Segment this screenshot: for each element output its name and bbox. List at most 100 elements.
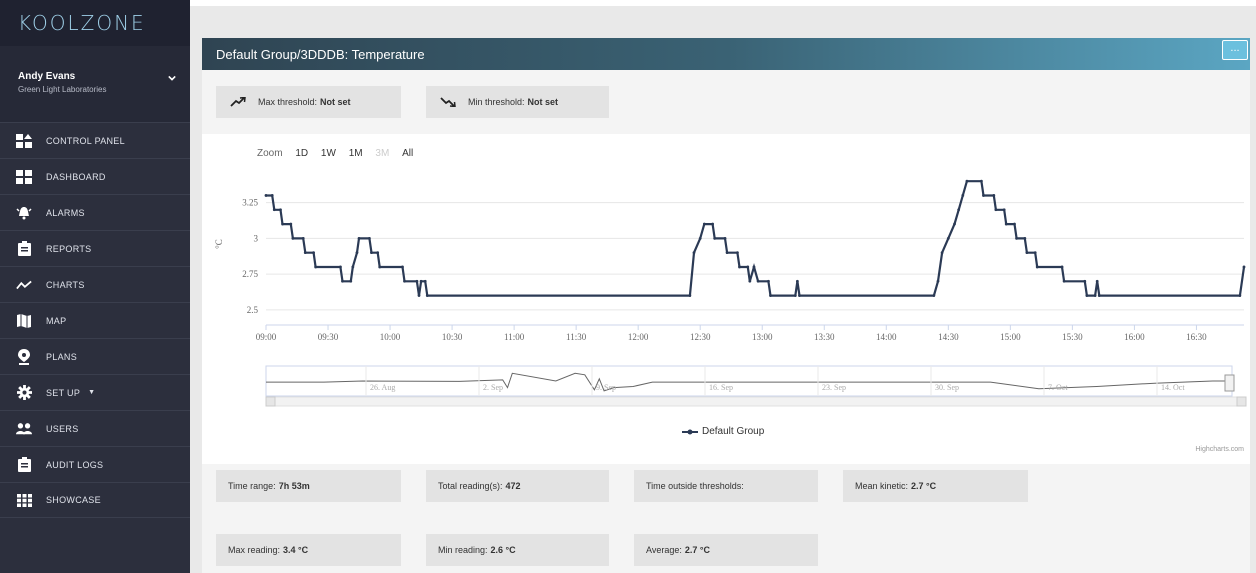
sidebar-item-alarms[interactable]: ALARMS — [0, 194, 190, 230]
min-threshold-box[interactable]: Min threshold: Not set — [426, 86, 609, 118]
stat-value: 2.7 °C — [911, 481, 937, 491]
min-threshold-label: Min threshold: — [468, 97, 525, 107]
data-point — [355, 251, 359, 255]
data-point — [980, 179, 983, 183]
stat-time-outside: Time outside thresholds: — [634, 470, 818, 502]
users-icon — [16, 421, 32, 437]
stat-value: 2.6 °C — [490, 545, 516, 555]
data-point — [339, 265, 342, 269]
brand-name: KOOLZONE — [18, 11, 146, 35]
data-point — [1002, 208, 1006, 212]
y-tick-label: 3.25 — [242, 198, 258, 208]
scrollbar-right-button — [1236, 396, 1247, 407]
sidebar-item-plans[interactable]: PLANS — [0, 338, 190, 374]
sidebar-item-reports[interactable]: REPORTS — [0, 230, 190, 266]
chevron-down-icon[interactable] — [168, 74, 176, 82]
stat-label: Time outside thresholds: — [646, 481, 744, 491]
panel-header: Default Group/3DDDB: Temperature ... — [202, 38, 1250, 70]
data-point — [289, 222, 293, 226]
caret-down-icon: ▼ — [88, 389, 96, 396]
sidebar-item-showcase[interactable]: SHOWCASE — [0, 482, 190, 518]
main-content: Default Group/3DDDB: Temperature ... Max… — [190, 0, 1256, 573]
sidebar-item-label: MAP — [46, 315, 67, 326]
data-point — [357, 236, 361, 240]
y-tick-label: 2.75 — [242, 269, 258, 279]
stat-min-reading: Min reading: 2.6 °C — [426, 534, 609, 566]
clipboard-icon — [16, 241, 32, 257]
data-point — [312, 251, 315, 255]
clipboard-icon — [16, 457, 32, 473]
data-point — [301, 236, 305, 240]
x-tick-label: 09:00 — [256, 332, 277, 342]
scrollbar-left-button — [265, 396, 276, 407]
panel-title: Default Group/3DDDB: Temperature — [216, 46, 425, 62]
location-pin-icon — [16, 348, 32, 365]
chart-legend[interactable]: Default Group — [682, 426, 764, 437]
y-tick-label: 3 — [254, 233, 259, 243]
gear-icon — [16, 385, 32, 401]
data-point — [1023, 236, 1027, 240]
data-point — [1085, 294, 1089, 297]
panel-menu-button[interactable]: ... — [1222, 40, 1248, 60]
stat-value: 472 — [505, 481, 521, 491]
sidebar-item-label: SHOWCASE — [46, 495, 101, 505]
trend-down-icon — [440, 97, 456, 107]
data-point — [1093, 294, 1097, 297]
x-tick-label: 11:00 — [504, 332, 525, 342]
data-point — [698, 236, 702, 240]
legend-series-marker — [682, 429, 698, 434]
data-point — [756, 279, 760, 283]
stat-value: 2.7 °C — [684, 545, 710, 555]
x-tick-label: 15:30 — [1062, 332, 1083, 342]
data-point — [713, 236, 717, 240]
sidebar-item-label: CHARTS — [46, 279, 85, 290]
sidebar-item-charts[interactable]: CHARTS — [0, 266, 190, 302]
data-point — [1062, 279, 1066, 283]
data-point — [264, 194, 268, 197]
grid-icon — [16, 492, 32, 508]
stat-time-range: Time range: 7h 53m — [216, 470, 401, 502]
sidebar-item-control-panel[interactable]: CONTROL PANEL — [0, 122, 190, 158]
data-point — [1242, 265, 1246, 269]
alarm-bell-icon — [16, 205, 32, 221]
data-point — [769, 294, 772, 297]
navigator-tick-label: 14. Oct — [1161, 383, 1185, 392]
data-point — [314, 265, 318, 269]
sidebar-item-map[interactable]: MAP — [0, 302, 190, 338]
line-chart-icon — [16, 277, 32, 293]
legend-label: Default Group — [702, 426, 765, 437]
data-point — [688, 294, 692, 297]
max-threshold-box[interactable]: Max threshold: Not set — [216, 86, 401, 118]
sidebar-item-setup[interactable]: SET UP ▼ — [0, 374, 190, 410]
navigator-tick-label: 23. Sep — [822, 383, 846, 392]
data-point — [752, 265, 756, 269]
data-point — [940, 251, 944, 255]
brand-logo[interactable]: KOOLZONE — [0, 0, 190, 46]
highcharts-credit[interactable]: Highcharts.com — [1195, 446, 1244, 453]
stat-label: Time range: — [228, 481, 276, 491]
x-tick-label: 09:30 — [318, 332, 339, 342]
temperature-chart[interactable]: 2.5 2.75 3 3.25 °C 09:00 09:30 10:00 10:30 11:00 1… — [202, 134, 1250, 424]
data-point — [961, 194, 965, 197]
navigator-tick-label: 30. Sep — [935, 383, 959, 392]
data-point — [291, 236, 295, 240]
sidebar-item-audit-logs[interactable]: AUDIT LOGS — [0, 446, 190, 482]
stat-label: Average: — [646, 545, 682, 555]
data-point — [1035, 265, 1039, 269]
sidebar-item-label: AUDIT LOGS — [46, 459, 104, 470]
x-tick-label: 16:30 — [1186, 332, 1207, 342]
data-point — [953, 222, 956, 226]
data-point — [723, 236, 727, 240]
trend-up-icon — [230, 97, 246, 107]
data-point — [417, 294, 421, 297]
dashboard-icon — [16, 169, 32, 185]
user-menu[interactable]: Andy Evans Green Light Laboratories — [0, 46, 190, 122]
data-point — [738, 265, 741, 269]
data-point — [992, 194, 996, 197]
data-point — [341, 279, 344, 283]
data-point — [795, 279, 799, 283]
map-icon — [16, 313, 32, 329]
navigator-tick-label: 16. Sep — [709, 383, 733, 392]
sidebar-item-dashboard[interactable]: DASHBOARD — [0, 158, 190, 194]
sidebar-item-users[interactable]: USERS — [0, 410, 190, 446]
